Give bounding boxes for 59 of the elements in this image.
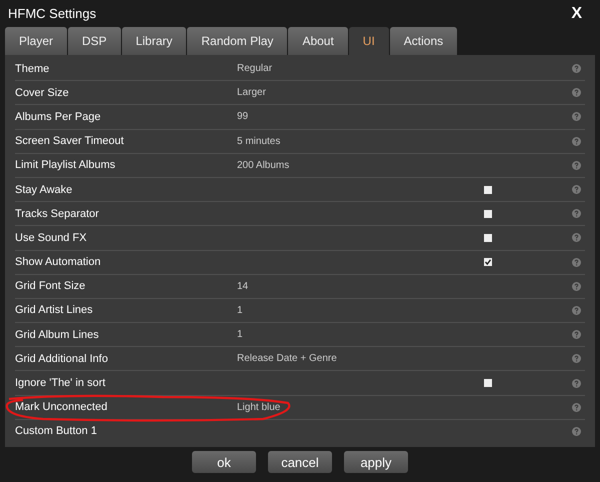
setting-label: Theme [15,62,50,75]
dialog-button[interactable]: apply [344,451,408,473]
setting-label: Grid Album Lines [15,328,100,341]
setting-value[interactable]: 14 [237,280,484,292]
help-icon[interactable] [572,64,581,74]
help-icon[interactable] [572,209,581,218]
setting-value[interactable]: Light blue [237,402,484,413]
settings-tab[interactable]: Library [122,27,186,55]
setting-label: Custom Button 1 [15,425,98,438]
help-icon[interactable] [572,88,581,98]
setting-checkbox[interactable] [484,186,492,194]
setting-label: Grid Artist Lines [15,304,94,316]
setting-checkbox[interactable] [484,210,492,218]
setting-label: Use Sound FX [15,232,88,244]
help-icon[interactable] [572,330,581,340]
setting-label: Stay Awake [15,184,74,196]
window-title: HFMC Settings [8,6,96,21]
help-icon[interactable] [572,136,581,146]
setting-value[interactable]: Larger [237,87,484,98]
setting-checkbox[interactable] [484,379,492,388]
settings-tab[interactable]: Random Play [187,27,288,55]
help-icon[interactable] [572,185,581,194]
setting-value[interactable]: Regular [237,63,484,74]
close-button[interactable]: X [567,4,586,22]
setting-checkbox[interactable] [484,234,492,242]
settings-tab[interactable]: UI [348,27,389,55]
setting-label: Show Automation [15,256,102,268]
setting-label: Grid Font Size [15,280,86,292]
help-icon[interactable] [572,402,581,412]
help-icon[interactable] [572,160,581,170]
settings-tab[interactable]: About [288,27,348,55]
dialog-button[interactable]: ok [192,451,256,473]
settings-tab[interactable]: DSP [68,27,121,55]
settings-tab[interactable]: Actions [390,27,458,55]
setting-value[interactable]: 1 [237,304,484,316]
help-icon[interactable] [572,112,581,122]
setting-label: Albums Per Page [15,110,102,123]
setting-value[interactable]: 99 [237,111,484,122]
setting-label: Cover Size [15,86,70,99]
setting-label: Ignore 'The' in sort [15,377,106,390]
help-icon[interactable] [572,378,581,388]
help-icon[interactable] [572,426,581,436]
setting-label: Limit Playlist Albums [15,159,116,172]
setting-value[interactable]: 5 minutes [237,136,484,147]
setting-label: Tracks Separator [15,208,100,220]
help-icon[interactable] [572,306,581,315]
help-icon[interactable] [572,258,581,267]
setting-label: Screen Saver Timeout [15,135,125,148]
help-icon[interactable] [572,354,581,364]
help-icon[interactable] [572,233,581,242]
setting-label: Grid Additional Info [15,352,109,365]
setting-value[interactable]: Release Date + Genre [237,353,484,364]
setting-checkbox[interactable] [484,258,492,266]
setting-value[interactable]: 200 Albums [237,160,484,171]
setting-value[interactable]: 1 [237,329,484,340]
help-icon[interactable] [572,282,581,291]
dialog-button[interactable]: cancel [268,451,332,473]
settings-tab[interactable]: Player [5,27,68,55]
setting-label: Mark Unconnected [15,401,108,414]
